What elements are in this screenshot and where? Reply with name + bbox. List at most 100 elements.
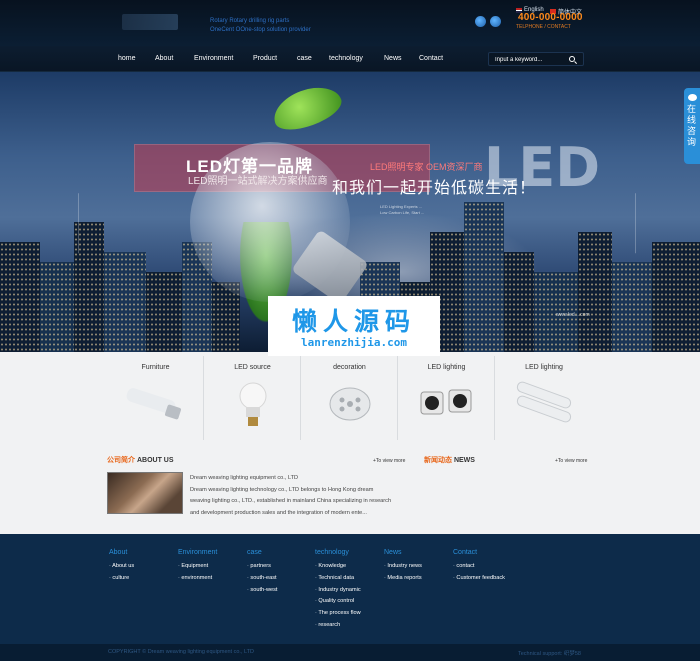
footer-column: Environment Equipment environment [178,549,217,585]
nav-environment[interactable]: Environment [194,55,233,62]
footer-link[interactable]: Media reports [384,573,422,585]
news-more-link[interactable]: +To view more [555,458,587,464]
hotline-label: TELPHONE / CONTACT [516,24,571,30]
product-label: LED source [234,364,271,371]
building [0,242,40,352]
copyright-text: COPYRIGHT © Dream weaving lighting equip… [108,649,254,655]
footer-column: Contact contact Customer feedback [453,549,505,585]
footer-link[interactable]: south-east [247,573,277,585]
banner-prev-arrow[interactable] [78,170,118,254]
nav-news[interactable]: News [384,55,402,62]
tube-light-icon [516,381,572,423]
product-card[interactable]: LED lighting [399,356,495,440]
footer-column-head[interactable]: News [384,549,422,556]
banner-subtitle: LED照明一站式解决方案供应商 [188,176,328,187]
banner-slogan: 和我们一起开始低碳生活！ [332,180,537,197]
watermark-cn: 懒人源码 [291,307,416,336]
slogan-line-1: Rotary Rotary drilling rig parts [210,18,290,24]
bulb-icon [239,382,267,426]
footer-column: case partners south-east south-west [247,549,277,596]
footer-column: technology Knowledge Technical data Indu… [315,549,361,632]
tech-support-text: Technical support: 织梦58 [518,651,581,657]
footer-link[interactable]: Knowledge [315,561,361,573]
search-input[interactable] [495,55,565,64]
product-label: Furniture [141,364,170,371]
nav-contact[interactable]: Contact [419,55,443,62]
product-strip: Furniture LED source decoration LED ligh… [0,352,700,442]
product-card[interactable]: Furniture [108,356,204,440]
about-title-en: ABOUT US [136,457,174,464]
banner-url: www.led....com [556,312,590,318]
banner-english-line: Low Carbon Life, Start ... [380,210,425,215]
footer-link[interactable]: The process flow [315,608,361,620]
footer-link[interactable]: research [315,620,361,632]
footer-link[interactable]: Equipment [178,561,217,573]
nav-case[interactable]: case [297,55,312,62]
spotlight-icon [420,389,472,415]
building [578,232,612,352]
footer-link[interactable]: Technical data [315,573,361,585]
online-consult-tab[interactable]: 在线咨询 [684,88,700,164]
footer-link[interactable]: south-west [247,585,277,597]
footer-column: News Industry news Media reports [384,549,422,585]
product-card[interactable]: decoration [302,356,398,440]
tube-light-icon [126,388,181,420]
nav-technology[interactable]: technology [329,55,363,62]
footer-link[interactable]: Industry dynamic [315,585,360,597]
footer-link[interactable]: contact [453,561,505,573]
site-logo[interactable] [122,14,178,30]
about-line: weaving lighting co., LTD., established … [190,498,392,504]
watermark-en: lanrenzhijia.com [301,336,407,349]
top-bar: Rotary Rotary drilling rig parts OneCent… [0,0,700,46]
about-more-link[interactable]: +To view more [373,458,405,464]
footer-column-head[interactable]: Environment [178,549,217,556]
qq-icon[interactable] [490,16,501,27]
product-label: LED lighting [427,364,466,371]
news-title-cn: 新闻动态 [424,457,452,464]
footer-column: About About us culture [109,549,134,585]
footer-link[interactable]: environment [178,573,217,585]
footer-link[interactable]: culture [109,573,134,585]
footer-column-head[interactable]: case [247,549,277,556]
footer-links: About About us culture Environment Equip… [0,534,700,644]
banner-tag: LED照明专家 OEM资深厂商 [370,162,483,172]
building [104,252,146,352]
phone-number: 400-000-0000 [518,12,583,23]
product-label: decoration [333,364,366,371]
footer-link[interactable]: partners [247,561,277,573]
downlight-icon [329,387,371,421]
about-line: Dream weaving lighting technology co., L… [190,486,374,493]
header-slogan: Rotary Rotary drilling rig parts OneCent… [210,17,311,35]
slogan-line-2: OneCent OOne-stop solution provider [210,27,311,33]
info-section: 公司简介 ABOUT US +To view more Dream weavin… [0,442,700,534]
about-line: Dream weaving lighting equipment co., LT… [190,475,299,481]
building [504,252,534,352]
building [612,262,652,352]
footer-link[interactable]: About us [109,561,134,573]
nav-product[interactable]: Product [253,55,277,62]
about-title: 公司简介 ABOUT US [107,455,174,465]
nav-home[interactable]: home [118,55,136,62]
footer-link[interactable]: Quality control [315,596,361,608]
footer-column-head[interactable]: Contact [453,549,505,556]
product-card[interactable]: LED source [205,356,301,440]
footer-column-head[interactable]: technology [315,549,361,556]
footer-link[interactable]: Customer feedback [453,573,505,585]
footer-link[interactable]: Industry news [384,561,422,573]
banner-english-text: LED Lighting Experts ... Low Carbon Life… [380,204,424,216]
about-image [107,472,183,514]
nav-about[interactable]: About [155,55,173,62]
product-card[interactable]: LED lighting [496,356,592,440]
product-label: LED lighting [525,364,563,371]
building [146,272,182,352]
chat-bubble-icon [688,94,697,101]
copyright-bar: COPYRIGHT © Dream weaving lighting equip… [0,644,700,661]
search-icon[interactable] [569,56,575,62]
online-consult-label: 在线咨询 [687,104,697,147]
footer-column-head[interactable]: About [109,549,134,556]
news-title: 新闻动态 NEWS [424,455,475,465]
search-box [488,52,584,66]
building [40,262,74,352]
weibo-icon[interactable] [475,16,486,27]
leaf-image [267,79,347,137]
